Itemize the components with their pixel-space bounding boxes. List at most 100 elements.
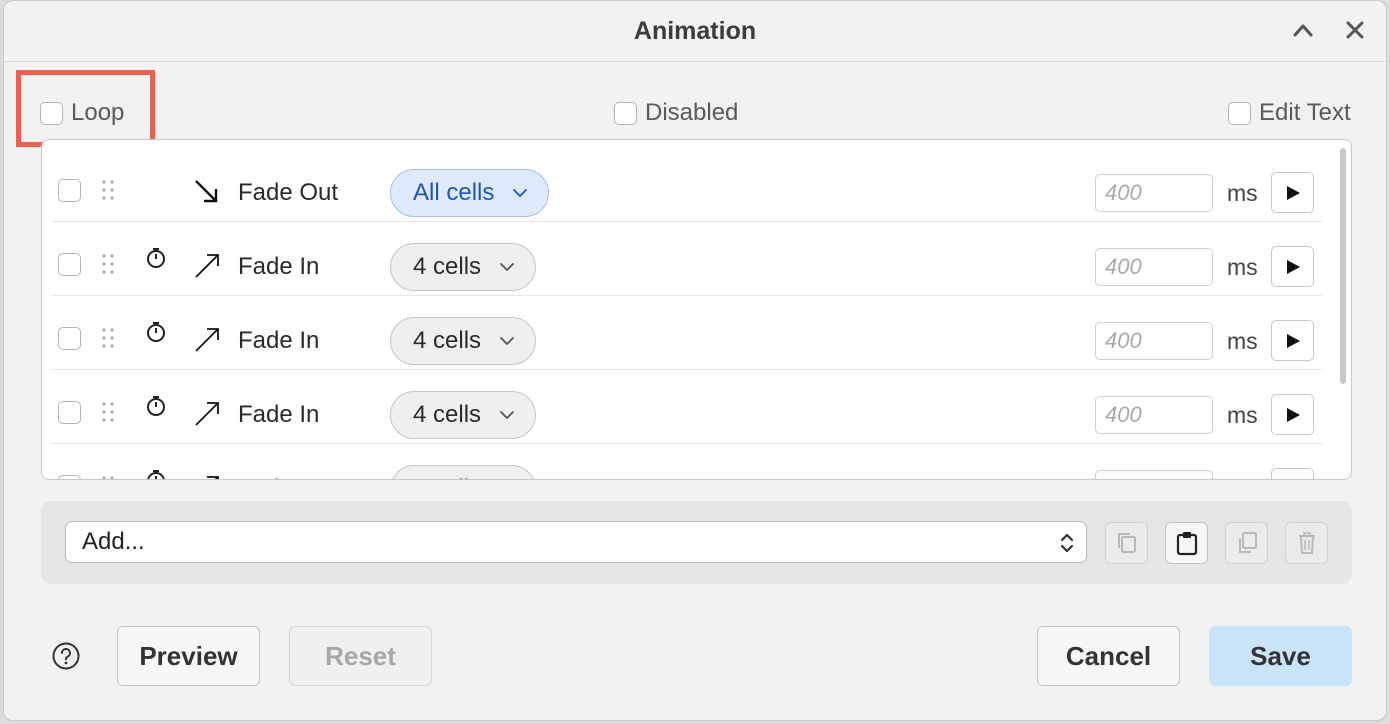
chevron-down-icon bbox=[500, 263, 514, 271]
drag-handle-icon[interactable] bbox=[98, 474, 118, 480]
play-icon bbox=[1284, 480, 1302, 481]
arrow-up-right-icon bbox=[195, 402, 219, 426]
drag-handle-icon[interactable] bbox=[98, 400, 118, 424]
step-checkbox[interactable] bbox=[58, 475, 81, 479]
help-icon bbox=[52, 642, 80, 670]
duration-input[interactable]: 400 bbox=[1095, 396, 1213, 434]
step-checkbox[interactable] bbox=[58, 327, 81, 350]
target-cells-dropdown[interactable]: 4 cells bbox=[390, 243, 537, 291]
drag-handle-icon[interactable] bbox=[98, 252, 118, 276]
play-step-button[interactable] bbox=[1271, 246, 1314, 287]
play-icon bbox=[1286, 185, 1300, 200]
dialog-title: Animation bbox=[633, 17, 757, 45]
duration-unit: ms bbox=[1227, 402, 1258, 428]
delete-button[interactable] bbox=[1285, 522, 1328, 564]
paste-button[interactable] bbox=[1165, 522, 1208, 564]
animation-step-row[interactable]: Fade In 4 cells 400 ms bbox=[52, 222, 1322, 296]
chevron-down-icon bbox=[513, 189, 528, 197]
disabled-checkbox[interactable] bbox=[614, 101, 637, 125]
play-step-button[interactable] bbox=[1271, 172, 1314, 213]
edit-text-label: Edit Text bbox=[1259, 99, 1351, 126]
play-step-button[interactable] bbox=[1271, 394, 1314, 435]
duration-placeholder: 400 bbox=[1105, 402, 1142, 427]
add-toolbar: Add... bbox=[41, 501, 1352, 584]
duration-input[interactable]: 400 bbox=[1095, 470, 1213, 479]
duration-input[interactable]: 400 bbox=[1095, 174, 1213, 212]
title-bar: Animation bbox=[4, 1, 1386, 62]
drag-handle-icon[interactable] bbox=[98, 178, 118, 202]
duplicate-icon bbox=[1238, 532, 1257, 553]
chevron-down-icon bbox=[500, 337, 514, 345]
duration-unit: ms bbox=[1227, 328, 1258, 354]
reset-button[interactable]: Reset bbox=[289, 626, 432, 686]
target-cells-label: 4 cells bbox=[413, 253, 482, 280]
step-checkbox[interactable] bbox=[58, 179, 81, 202]
step-name: Fade In bbox=[238, 401, 320, 428]
target-cells-dropdown[interactable]: All cells bbox=[390, 169, 550, 217]
duplicate-button[interactable] bbox=[1225, 522, 1268, 564]
animation-step-row[interactable]: Fade In 4 cells 400 ms bbox=[52, 370, 1322, 444]
step-name: Fade In bbox=[238, 253, 320, 280]
target-cells-label: 4 cells bbox=[413, 327, 482, 354]
stopwatch-icon bbox=[147, 322, 165, 342]
step-checkbox[interactable] bbox=[58, 401, 81, 424]
animation-step-row[interactable]: Fade In 4 cells 400 ms bbox=[52, 296, 1322, 370]
duration-placeholder: 400 bbox=[1105, 476, 1142, 479]
duration-input[interactable]: 400 bbox=[1095, 322, 1213, 360]
copy-icon bbox=[1117, 533, 1136, 553]
arrow-up-right-icon bbox=[207, 476, 219, 479]
stopwatch-icon bbox=[147, 470, 165, 479]
arrow-down-right-icon bbox=[195, 180, 218, 203]
play-icon bbox=[1286, 407, 1300, 422]
copy-button[interactable] bbox=[1105, 522, 1148, 564]
arrow-up-right-icon bbox=[195, 254, 219, 278]
step-name: Fade In bbox=[238, 475, 319, 479]
disabled-option[interactable]: Disabled bbox=[614, 98, 738, 128]
play-step-button[interactable] bbox=[1271, 320, 1314, 361]
arrow-up-right-icon bbox=[195, 328, 219, 352]
animation-step-row[interactable]: Fade Out All cells 400 ms bbox=[52, 148, 1322, 222]
close-button[interactable] bbox=[1338, 13, 1372, 47]
close-icon bbox=[1346, 21, 1364, 39]
target-cells-label: All cells bbox=[413, 179, 495, 206]
duration-input[interactable]: 400 bbox=[1095, 248, 1213, 286]
step-checkbox[interactable] bbox=[58, 253, 81, 276]
chevron-down-icon bbox=[500, 411, 514, 419]
scrollbar[interactable] bbox=[1340, 148, 1346, 384]
target-cells-dropdown[interactable]: 4 cells bbox=[390, 465, 537, 479]
drag-handle-icon[interactable] bbox=[98, 326, 118, 350]
cancel-button[interactable]: Cancel bbox=[1037, 626, 1180, 686]
animation-step-row[interactable]: Fade In 4 cells 400 ms bbox=[52, 444, 1322, 481]
duration-unit: ms bbox=[1227, 476, 1258, 479]
updown-chevron-icon bbox=[1060, 533, 1074, 553]
duration-unit: ms bbox=[1227, 180, 1258, 206]
target-cells-label: 4 cells bbox=[413, 475, 481, 479]
loop-option[interactable]: Loop bbox=[40, 98, 124, 128]
clipboard-icon bbox=[1176, 532, 1197, 556]
edit-text-option[interactable]: Edit Text bbox=[1228, 98, 1351, 128]
play-step-button[interactable] bbox=[1271, 468, 1314, 481]
duration-placeholder: 400 bbox=[1105, 180, 1142, 205]
animation-dialog: Animation Loop Disabled Edit Text Fade O… bbox=[3, 0, 1387, 721]
step-name: Fade In bbox=[238, 327, 320, 354]
collapse-button[interactable] bbox=[1286, 13, 1320, 47]
play-icon bbox=[1286, 333, 1300, 348]
save-button[interactable]: Save bbox=[1209, 626, 1352, 686]
stopwatch-icon bbox=[147, 248, 165, 268]
target-cells-label: 4 cells bbox=[413, 401, 482, 428]
chevron-up-icon bbox=[1293, 24, 1313, 37]
add-step-value: Add... bbox=[82, 528, 145, 555]
preview-button[interactable]: Preview bbox=[117, 626, 260, 686]
target-cells-dropdown[interactable]: 4 cells bbox=[390, 317, 537, 365]
animation-steps-list[interactable]: Fade Out All cells 400 ms Fade In 4 cell… bbox=[41, 139, 1352, 480]
help-button[interactable] bbox=[51, 641, 81, 671]
loop-checkbox[interactable] bbox=[40, 101, 63, 125]
loop-label: Loop bbox=[71, 99, 125, 126]
play-icon bbox=[1286, 259, 1300, 274]
duration-placeholder: 400 bbox=[1105, 254, 1142, 279]
edit-text-checkbox[interactable] bbox=[1228, 101, 1251, 125]
stopwatch-icon bbox=[147, 396, 165, 416]
target-cells-dropdown[interactable]: 4 cells bbox=[390, 391, 537, 439]
add-step-select[interactable]: Add... bbox=[65, 521, 1087, 563]
step-name: Fade Out bbox=[238, 179, 339, 206]
